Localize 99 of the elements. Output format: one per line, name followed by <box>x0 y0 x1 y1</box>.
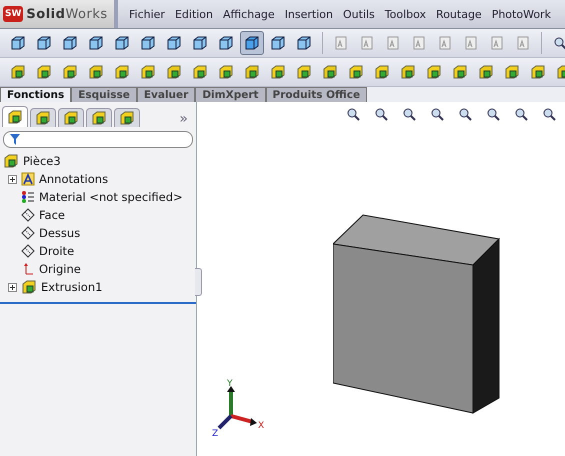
tree-item[interactable]: Material <not specified> <box>39 190 183 204</box>
tree-item[interactable]: Droite <box>39 244 74 258</box>
document-icon <box>515 35 531 51</box>
feature-icon <box>374 64 390 80</box>
tool-icon <box>552 35 565 51</box>
panel-tab[interactable] <box>58 108 84 127</box>
origin-icon <box>21 262 35 276</box>
feature-icon <box>192 64 208 80</box>
command-tab[interactable]: Esquisse <box>71 87 137 102</box>
tool-icon <box>373 106 389 122</box>
feature-icon <box>452 64 468 80</box>
tool-icon <box>457 106 473 122</box>
cube-icon <box>218 35 234 51</box>
command-tab[interactable]: Evaluer <box>136 87 196 102</box>
tool-icon <box>485 106 501 122</box>
cube-icon <box>192 35 208 51</box>
feature-icon <box>36 64 52 80</box>
panel-collapse-handle[interactable] <box>195 268 202 296</box>
cube-icon <box>62 35 78 51</box>
cube-icon <box>36 35 52 51</box>
menu-item[interactable]: Toolbox <box>380 8 432 20</box>
feature-icon <box>478 64 494 80</box>
command-tab[interactable]: Produits Office <box>266 87 368 102</box>
feature-icon <box>270 64 286 80</box>
material-icon <box>21 190 35 204</box>
tool-icon <box>345 106 361 122</box>
tree-item[interactable]: Annotations <box>39 172 108 186</box>
feature-icon <box>21 279 37 295</box>
menu-item[interactable]: Edition <box>170 8 218 20</box>
feature-icon <box>35 110 51 126</box>
command-tab[interactable]: Fonctions <box>0 87 72 102</box>
plane-icon <box>21 226 35 240</box>
feature-icon <box>88 64 104 80</box>
tree-item[interactable]: Dessus <box>39 226 80 240</box>
feature-icon <box>296 64 312 80</box>
plane-icon <box>21 244 35 258</box>
document-icon <box>411 35 427 51</box>
cube-icon <box>296 35 312 51</box>
feature-icon <box>114 64 130 80</box>
panel-tab[interactable] <box>30 108 56 127</box>
feature-icon <box>7 109 23 125</box>
menu-item[interactable]: Routage <box>431 8 487 20</box>
panel-tab[interactable] <box>114 108 140 127</box>
expand-toggle[interactable] <box>8 174 17 184</box>
tool-icon <box>541 106 557 122</box>
feature-icon <box>62 64 78 80</box>
tool-icon <box>513 106 529 122</box>
expand-toggle[interactable] <box>8 282 17 292</box>
feature-icon <box>119 110 135 126</box>
feature-icon <box>530 64 546 80</box>
cube-icon <box>140 35 156 51</box>
tool-icon <box>429 106 445 122</box>
document-icon <box>333 35 349 51</box>
cube-icon <box>10 35 26 51</box>
cube-icon <box>244 35 260 51</box>
feature-icon <box>63 110 79 126</box>
tree-item[interactable]: Extrusion1 <box>41 280 102 294</box>
menu-item[interactable]: PhotoWork <box>486 8 556 20</box>
document-icon <box>437 35 453 51</box>
cube-icon <box>270 35 286 51</box>
feature-icon <box>504 64 520 80</box>
filter-icon <box>10 134 20 145</box>
tree-item[interactable]: Origine <box>39 262 81 276</box>
view-button[interactable] <box>240 31 264 55</box>
feature-icon <box>426 64 442 80</box>
plane-icon <box>21 208 35 222</box>
document-icon <box>463 35 479 51</box>
feature-icon <box>348 64 364 80</box>
tree-item[interactable]: Pièce3 <box>23 154 61 168</box>
document-icon <box>489 35 505 51</box>
feature-icon <box>218 64 234 80</box>
menu-item[interactable]: Insertion <box>280 8 338 20</box>
feature-icon <box>244 64 260 80</box>
app-logo: SolidWorks <box>26 6 108 22</box>
feature-icon <box>10 64 26 80</box>
logo-badge: SW <box>3 6 24 22</box>
menu-item[interactable]: Outils <box>338 8 380 20</box>
axis-triad-drawing: Y X Z <box>209 378 269 438</box>
menu-item[interactable]: Fichier <box>124 8 170 20</box>
panel-tab[interactable] <box>2 106 28 127</box>
tool-icon <box>401 106 417 122</box>
feature-icon <box>400 64 416 80</box>
feature-icon <box>140 64 156 80</box>
panel-tab[interactable] <box>86 108 112 127</box>
feature-icon <box>91 110 107 126</box>
document-icon <box>359 35 375 51</box>
menu-item[interactable]: Affichage <box>218 8 280 20</box>
filter-field[interactable] <box>3 131 193 148</box>
feature-icon <box>3 153 19 169</box>
cube-icon <box>88 35 104 51</box>
tree-item[interactable]: Face <box>39 208 66 222</box>
feature-icon <box>166 64 182 80</box>
cube-icon <box>114 35 130 51</box>
folder-letter-icon <box>21 172 35 186</box>
cube-icon <box>166 35 182 51</box>
more-tabs[interactable]: » <box>179 111 188 127</box>
document-icon <box>385 35 401 51</box>
feature-icon <box>322 64 338 80</box>
command-tab[interactable]: DimXpert <box>195 87 266 102</box>
